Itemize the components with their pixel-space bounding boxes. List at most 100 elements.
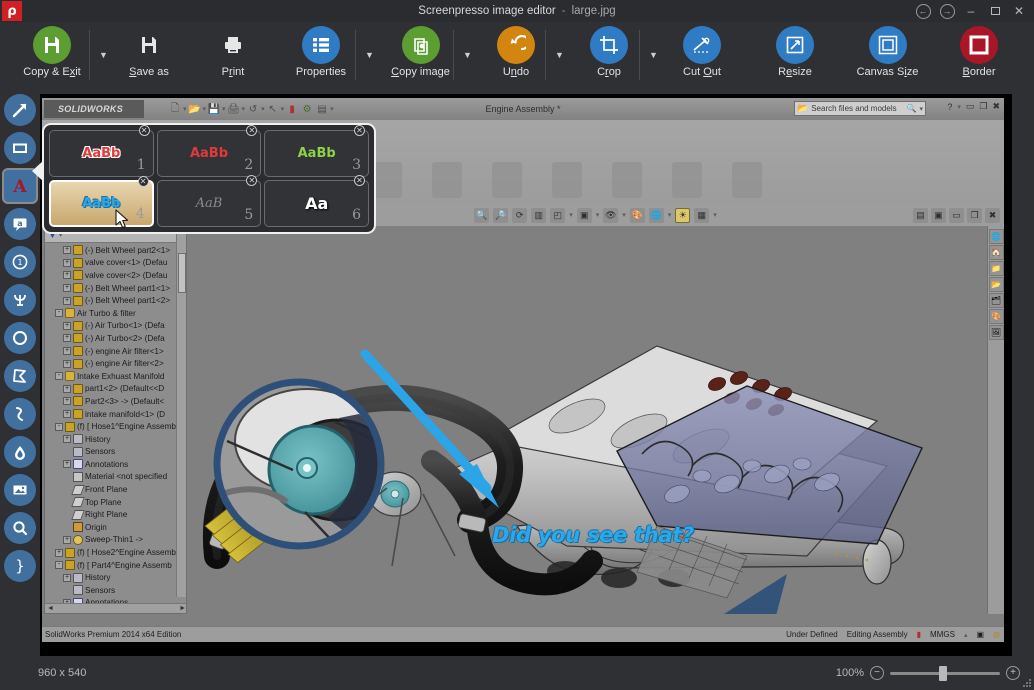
expand-toggle-icon[interactable]: + [63,297,71,305]
ribbon-button-ghost[interactable] [372,162,402,198]
feature-tree-item[interactable]: +(f) [ Hose2^Engine Assemb [45,546,186,559]
collapse-toggle-icon[interactable]: - [55,309,63,317]
feature-tree-item[interactable]: Origin [45,521,186,534]
forward-button[interactable]: → [936,1,958,21]
feature-tree-scrollbar[interactable] [176,227,186,597]
ribbon-button-ghost[interactable] [492,162,522,198]
rotate-view-icon[interactable]: ⟳ [512,208,527,223]
ribbon-button-ghost[interactable] [612,162,642,198]
feature-tree-item[interactable]: +Sweep-Thin1 -> [45,534,186,547]
expand-toggle-icon[interactable]: + [63,334,71,342]
preset-delete-icon[interactable]: ✕ [246,175,257,186]
zoom-in-button[interactable]: + [1006,666,1020,680]
toolbar-button-undo-arrow[interactable]: Undo [472,26,560,78]
status-units[interactable]: MMGS [930,630,955,639]
feature-tree-item[interactable]: Sensors [45,584,186,597]
feature-tree-item[interactable]: +part1<2> (Default<<D [45,383,186,396]
sidebar-text-bubble-tool[interactable]: a [4,208,36,240]
collapse-toggle-icon[interactable]: - [55,372,63,380]
section-view-icon[interactable]: ▥ [531,208,546,223]
sidebar-blur-drop-tool[interactable] [4,436,36,468]
sidebar-image-insert-tool[interactable] [4,474,36,506]
toolbar-button-border[interactable]: Border [934,26,1024,78]
viewport-icon[interactable]: ▦ [694,208,709,223]
feature-tree-item[interactable]: -(f) [ Part4^Engine Assemb [45,559,186,572]
resize-grip-icon[interactable] [1022,678,1032,688]
expand-toggle-icon[interactable]: + [55,549,63,557]
expand-toggle-icon[interactable]: + [63,271,71,279]
toolbar-button-canvas-size[interactable]: Canvas Size [840,26,935,78]
view-orientation-icon[interactable]: ◰ [550,208,565,223]
collapse-toggle-icon[interactable]: - [55,561,63,569]
task-pane-design-library-icon[interactable]: 🏠 [989,245,1004,260]
toolbar-button-cut-out[interactable]: Cut Out [658,26,746,78]
expand-toggle-icon[interactable]: + [63,246,71,254]
annotation-text[interactable]: Did you see that? [492,523,694,547]
feature-tree-item[interactable]: +History [45,433,186,446]
feature-tree-item[interactable]: -Intake Exhuast Manifold [45,370,186,383]
toolbar-dropdown-caret[interactable]: ▼ [555,50,564,60]
sw-restore-icon[interactable]: ❐ [979,101,987,112]
collapse-toggle-icon[interactable]: - [55,423,63,431]
feature-tree-item[interactable]: +(-) Belt Wheel part2<1> [45,244,186,257]
ribbon-button-ghost[interactable] [672,162,702,198]
toolbar-button-save-exit[interactable]: Copy & Exit [7,26,97,78]
toolbar-dropdown-caret[interactable]: ▼ [463,50,472,60]
zoom-slider-thumb[interactable] [939,666,947,681]
text-style-preset-2[interactable]: AaBb2✕ [157,130,262,177]
feature-tree-body[interactable]: +(-) Belt Wheel part2<1>+valve cover<1> … [45,243,186,613]
minimize-button[interactable]: – [960,1,982,21]
feature-tree-item[interactable]: +intake manifold<1> (D [45,408,186,421]
tile-icon[interactable]: ▤ [913,208,928,223]
display-style-icon[interactable]: ▣ [577,208,592,223]
sidebar-freehand-tool[interactable] [4,398,36,430]
toolbar-button-floppy-disk[interactable]: Save as [104,26,194,78]
expand-toggle-icon[interactable]: + [63,322,71,330]
text-style-preset-3[interactable]: AaBb3✕ [264,130,369,177]
preset-delete-icon[interactable]: ✕ [354,125,365,136]
preset-delete-icon[interactable]: ✕ [138,176,149,187]
feature-tree-item[interactable]: Material <not specified [45,471,186,484]
maximize-button[interactable] [984,1,1006,21]
sidebar-arrow-tool[interactable] [4,94,36,126]
toolbar-dropdown-caret[interactable]: ▼ [649,50,658,60]
expand-toggle-icon[interactable]: + [63,397,71,405]
sw-minimize-icon[interactable]: ▭ [966,101,975,112]
feature-tree-item[interactable]: -Air Turbo & filter [45,307,186,320]
appearances-icon[interactable]: 🎨 [630,208,645,223]
feature-tree-item[interactable]: +valve cover<1> (Defau [45,257,186,270]
sidebar-ellipse-tool[interactable] [4,322,36,354]
scroll-right-arrow-icon[interactable]: ► [179,605,186,612]
doc-minimize-icon[interactable]: ▭ [949,208,964,223]
cascade-icon[interactable]: ▣ [931,208,946,223]
task-pane-search-icon[interactable]: 📂 [989,277,1004,292]
feature-tree-item[interactable]: +(-) Belt Wheel part1<2> [45,294,186,307]
solidworks-graphics-area[interactable]: Did you see that? Y X Z 🌐 🏠 📁 📂 🗂 🎨 � [187,226,1004,614]
expand-toggle-icon[interactable]: + [63,536,71,544]
zoom-slider[interactable] [890,672,1000,675]
status-sketch-icon[interactable]: ▣ [976,630,984,639]
preset-delete-icon[interactable]: ✕ [246,125,257,136]
preset-delete-icon[interactable]: ✕ [354,175,365,186]
scroll-left-arrow-icon[interactable]: ◄ [47,605,54,612]
help-icon[interactable]: ? [947,102,952,112]
zoom-to-fit-icon[interactable]: 🔍 [474,208,489,223]
feature-tree-item[interactable]: +History [45,571,186,584]
task-pane-appearances-icon[interactable]: 🎨 [989,309,1004,324]
zoom-out-button[interactable]: − [870,666,884,680]
feature-tree-item[interactable]: +(-) engine Air filter<1> [45,345,186,358]
expand-toggle-icon[interactable]: + [63,385,71,393]
toolbar-button-crop[interactable]: Crop [564,26,654,78]
feature-tree-item[interactable]: Sensors [45,446,186,459]
zoom-area-icon[interactable]: 🔎 [493,208,508,223]
sidebar-numbered-step-tool[interactable]: 1 [4,246,36,278]
doc-close-icon[interactable]: ✖ [985,208,1000,223]
scene-icon[interactable]: 🌐 [649,208,664,223]
doc-restore-icon[interactable]: ❐ [967,208,982,223]
task-pane-view-palette-icon[interactable]: 🗂 [989,293,1004,308]
solidworks-right-task-panel[interactable]: 🌐 🏠 📁 📂 🗂 🎨 🖼 [987,226,1004,614]
hide-show-items-icon[interactable]: 👁 [603,208,618,223]
feature-tree-item[interactable]: +valve cover<2> (Defau [45,269,186,282]
feature-tree-item[interactable]: +(-) engine Air filter<2> [45,357,186,370]
feature-tree-item[interactable]: Right Plane [45,508,186,521]
